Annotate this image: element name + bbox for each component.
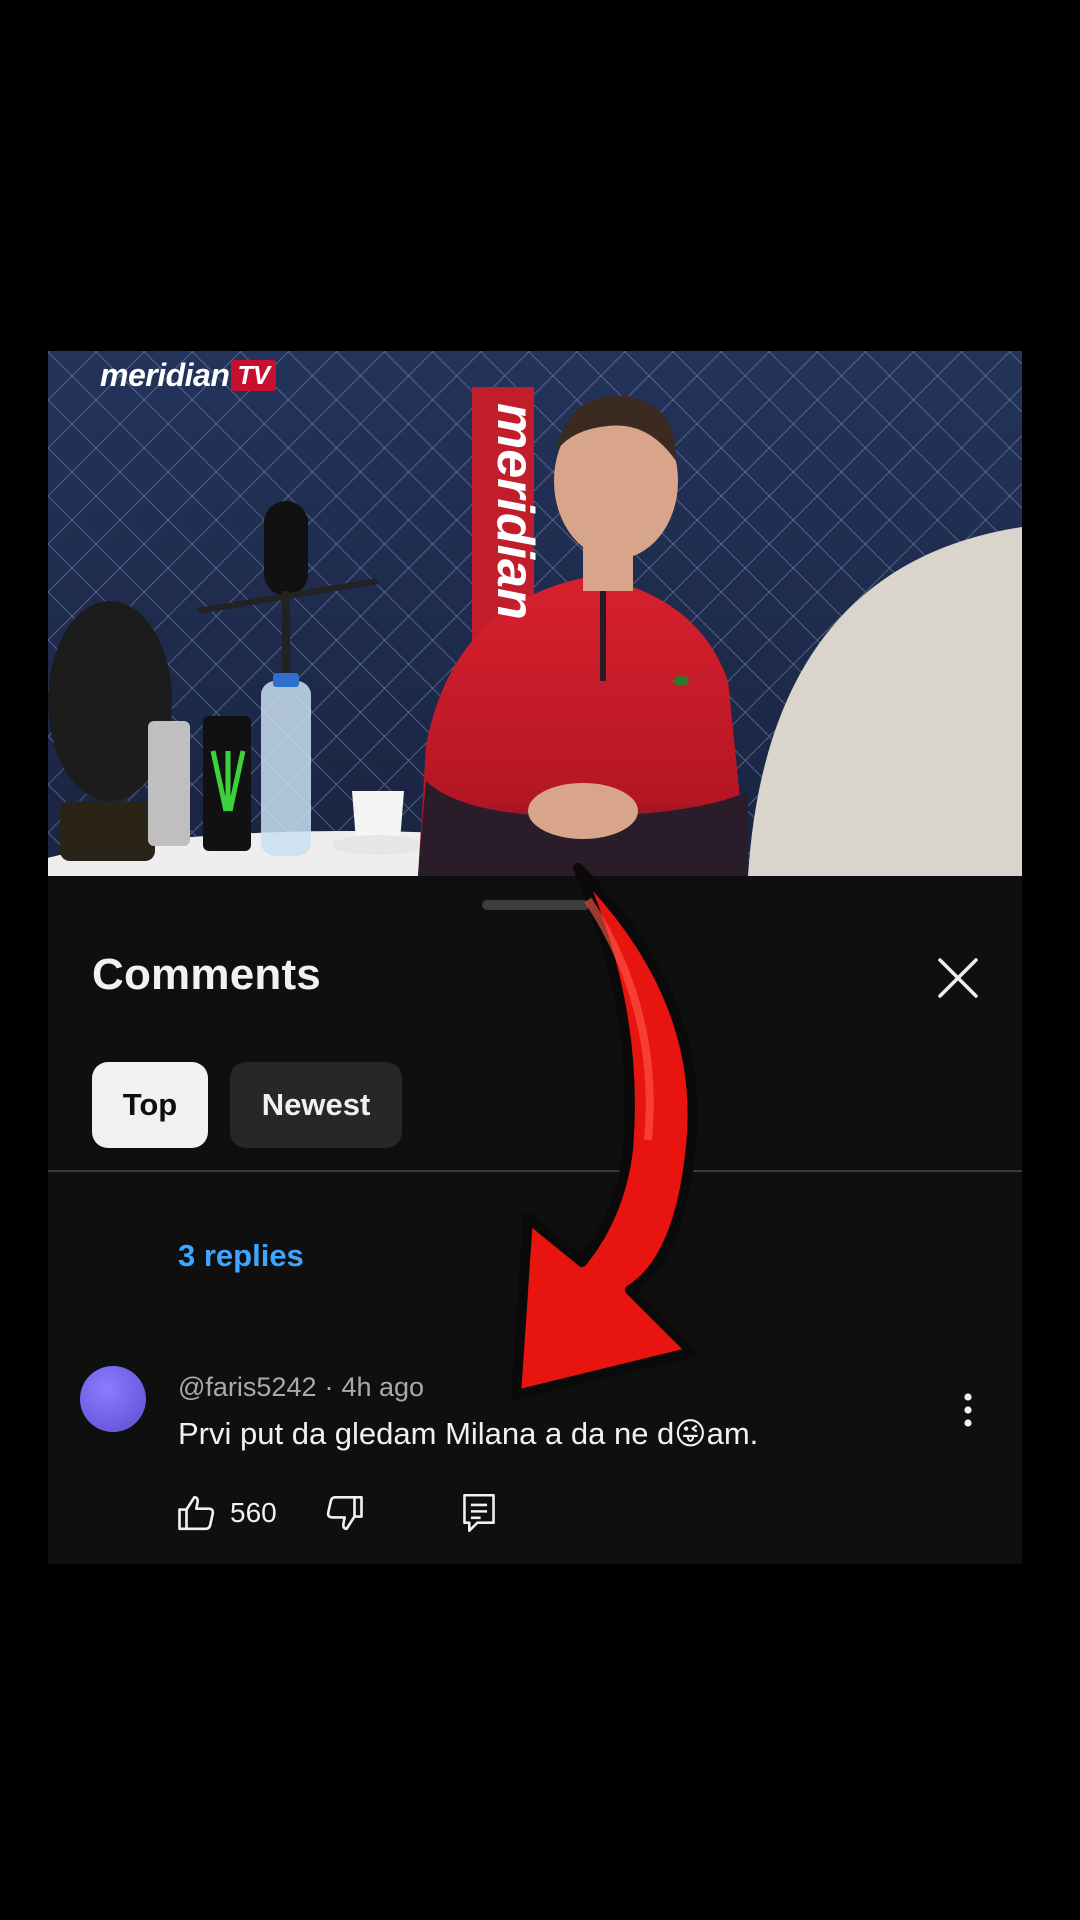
comment-text: Prvi put da gledam Milana a da ne d😜am. xyxy=(178,1416,759,1451)
like-count: 560 xyxy=(230,1497,277,1528)
dislike-button[interactable] xyxy=(323,1492,365,1534)
comment-actions: 560 xyxy=(176,1492,499,1534)
comment-author[interactable]: @faris5242 xyxy=(178,1372,316,1402)
close-icon xyxy=(938,958,978,998)
channel-logo-badge: TV xyxy=(231,360,276,391)
comments-sheet: Comments Top Newest 3 replies @faris5242… xyxy=(48,876,1022,1564)
divider xyxy=(48,1170,1022,1172)
avatar[interactable] xyxy=(80,1366,146,1432)
chip-top[interactable]: Top xyxy=(92,1062,208,1148)
thumbs-down-icon xyxy=(326,1495,363,1531)
close-button[interactable] xyxy=(928,948,988,1008)
video-player[interactable]: meridian TV meridian xyxy=(48,351,1022,876)
reply-button[interactable] xyxy=(459,1492,499,1534)
sort-filter-chips: Top Newest xyxy=(92,1062,402,1148)
meta-separator: · xyxy=(324,1372,334,1402)
comment-meta: @faris5242 · 4h ago xyxy=(178,1372,424,1403)
sheet-title: Comments xyxy=(92,950,321,999)
backdrop-banner-text: meridian xyxy=(486,403,544,620)
channel-logo: meridian TV xyxy=(100,357,276,394)
thumbs-up-icon xyxy=(178,1495,215,1531)
more-options-button[interactable] xyxy=(948,1380,988,1440)
chip-newest[interactable]: Newest xyxy=(230,1062,402,1148)
more-vert-icon xyxy=(964,1393,972,1427)
channel-logo-text: meridian xyxy=(100,357,230,393)
screen: meridian TV meridian Comments Top Newest … xyxy=(0,0,1080,1920)
reply-icon xyxy=(462,1493,495,1533)
comment-item: @faris5242 · 4h ago Prvi put da gledam Mil… xyxy=(48,1366,1022,1566)
comment-time: 4h ago xyxy=(341,1372,425,1402)
drag-handle[interactable] xyxy=(482,900,590,910)
replies-link[interactable]: 3 replies xyxy=(178,1238,304,1274)
like-button[interactable]: 560 xyxy=(176,1492,277,1534)
